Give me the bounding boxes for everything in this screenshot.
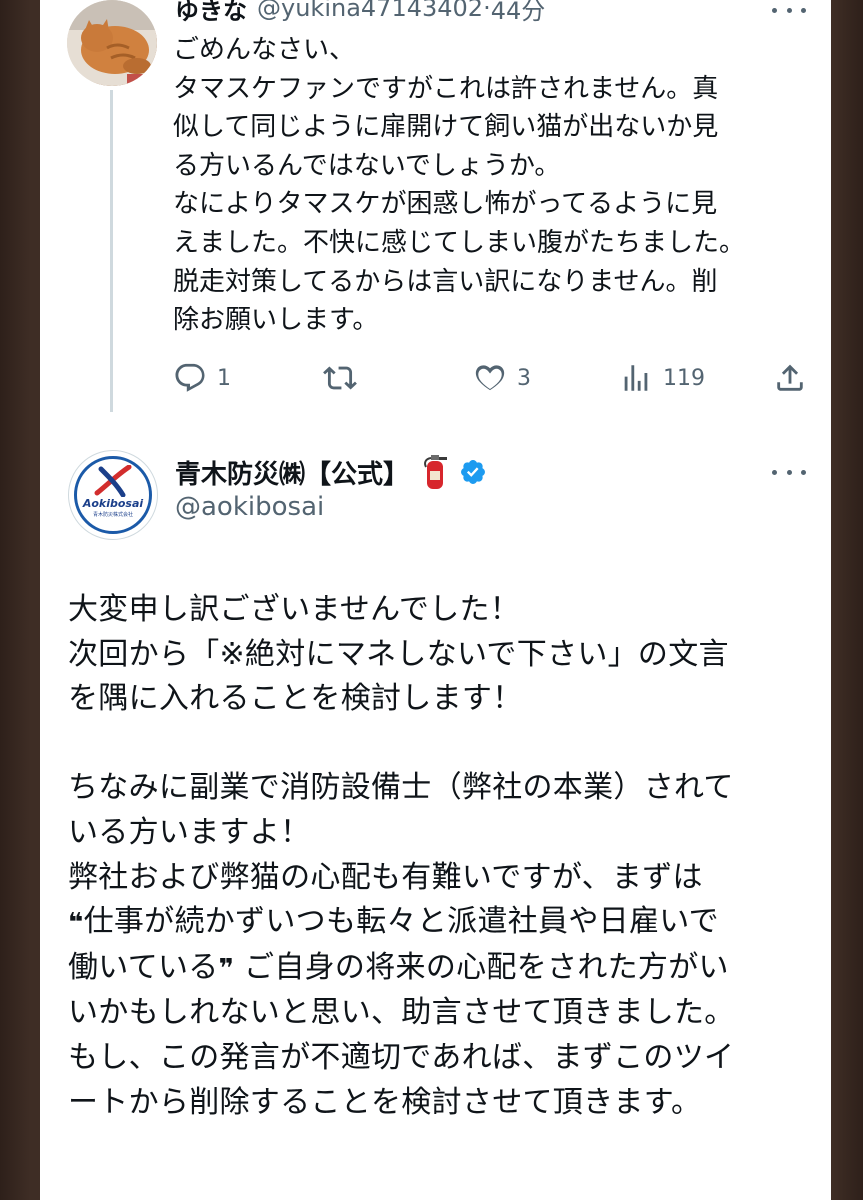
quoted-text-end: 働いている	[68, 949, 219, 985]
main-text-line: いる方いますよ！	[68, 814, 311, 850]
header-separator: ·	[483, 0, 491, 22]
main-tweet-text: 大変申し訳ございませんでした！ 次回から「※絶対にマネしないで下さい」の文言 を…	[68, 588, 828, 1125]
more-horizontal-icon[interactable]	[772, 0, 806, 20]
reply-author-avatar[interactable]	[67, 0, 157, 86]
main-author-name[interactable]: 青木防災㈱【公式】	[175, 454, 409, 491]
main-text-line: 大変申し訳ございませんでした！	[68, 592, 521, 627]
main-text-line: ートから削除することを検討させて頂きます。	[68, 1084, 702, 1120]
reply-text-line: る方いるんではないでしょうか。	[173, 150, 561, 181]
main-text-line: いかもしれないと思い、助言させて頂きました。	[68, 995, 735, 1031]
reply-author-name[interactable]: ゆきな	[175, 0, 247, 26]
main-text-line-quoted-end: 働いている❞ ご自身の将来の心配をされた方がい	[68, 946, 828, 992]
share-upload-icon	[773, 361, 807, 395]
main-text-line-continued: ご自身の将来の心配をされた方がい	[244, 949, 729, 985]
reply-text-line: ごめんなさい、	[173, 35, 356, 65]
fire-extinguisher-icon	[421, 453, 449, 491]
main-text-line: もし、この発言が不適切であれば、まずこのツイ	[68, 1039, 735, 1075]
open-quote-mark: ❝	[68, 908, 84, 939]
reply-text-line: 似して同じように扉開けて飼い猫が出ないか見	[173, 112, 719, 143]
main-author-avatar[interactable]: Aokibosai 青木防災株式会社	[68, 450, 158, 540]
verified-badge-icon	[459, 458, 487, 486]
reply-button[interactable]: 1	[173, 360, 231, 396]
phone-screen: ゆきな @yukina47143402 · 44分 ごめんなさい、 タマスケファ…	[40, 0, 831, 1200]
main-header: 青木防災㈱【公式】	[175, 453, 487, 491]
views-button[interactable]: 119	[619, 360, 705, 396]
heart-icon	[473, 361, 507, 395]
close-quote-mark: ❞	[218, 953, 235, 984]
reply-bubble-icon	[173, 361, 207, 395]
retweet-icon	[323, 361, 357, 395]
view-count: 119	[663, 365, 705, 391]
reply-text-line: 除お願いします。	[173, 305, 379, 336]
aokibosai-logo-icon	[94, 465, 132, 497]
main-text-line: 弊社および弊猫の心配も有難いですが、まずは	[68, 859, 703, 895]
share-button[interactable]	[773, 360, 807, 396]
reply-text-line: なによりタマスケが困惑し怖がってるように見	[173, 189, 718, 220]
reply-header: ゆきな @yukina47143402 · 44分	[175, 0, 545, 26]
reply-tweet-text: ごめんなさい、 タマスケファンですがこれは許されません。真 似して同じように扉開…	[173, 31, 813, 340]
reply-text-line: えました。不快に感じてしまい腹がたちました。	[173, 227, 746, 258]
main-text-line: を隅に入れることを検討します！	[68, 681, 523, 717]
reply-author-handle[interactable]: @yukina47143402	[257, 0, 483, 22]
logo-wordmark: Aokibosai	[82, 497, 144, 510]
main-text-line-quoted: ❝仕事が続かずいつも転々と派遣社員や日雇いで	[68, 900, 828, 946]
reply-text-line: 脱走対策してるからは言い訳になりません。削	[173, 266, 718, 297]
like-count: 3	[517, 365, 531, 391]
like-button[interactable]: 3	[473, 360, 531, 396]
views-bar-chart-icon	[619, 361, 653, 395]
quoted-text: 仕事が続かずいつも転々と派遣社員や日雇いで	[83, 904, 719, 940]
reply-timestamp[interactable]: 44分	[491, 0, 546, 26]
logo-subtext: 青木防災株式会社	[92, 512, 133, 518]
thread-connector-line	[110, 90, 113, 412]
reply-text-line: タマスケファンですがこれは許されません。真	[173, 73, 719, 104]
retweet-button[interactable]	[323, 360, 367, 396]
reply-count: 1	[217, 365, 231, 391]
more-horizontal-icon[interactable]	[772, 462, 806, 482]
main-text-line: 次回から「※絶対にマネしないで下さい」の文言	[68, 636, 729, 672]
main-author-handle[interactable]: @aokibosai	[175, 492, 324, 522]
reply-action-bar: 1 3 119	[173, 360, 813, 396]
main-text-line: ちなみに副業で消防設備士（弊社の本業）されて	[68, 770, 734, 806]
